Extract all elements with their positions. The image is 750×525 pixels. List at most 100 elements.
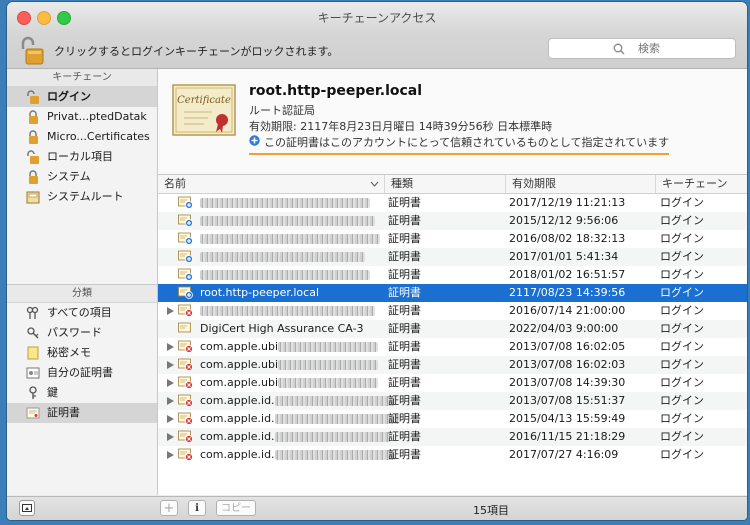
disclosure-triangle-icon[interactable]: [167, 307, 174, 315]
unlocked-lock-icon: [27, 150, 39, 164]
sidebar-item-login[interactable]: ログイン: [7, 87, 157, 107]
table-row[interactable]: DigiCert High Assurance CA-3 証明書 2022/04/0…: [158, 320, 747, 338]
trusted-certificate-icon: [178, 214, 193, 227]
row-kind: 証明書: [388, 430, 421, 443]
row-name: DigiCert High Assurance CA-3: [200, 320, 364, 338]
row-expires: 2017/12/19 11:21:13: [509, 196, 626, 209]
row-keychain: ログイン: [660, 376, 704, 389]
sidebar-item-private-data[interactable]: Privat...ptedDatak: [7, 107, 157, 127]
sidebar-item-all-items[interactable]: すべての項目: [7, 303, 157, 323]
column-header-expires[interactable]: 有効期限: [506, 175, 656, 193]
table-row[interactable]: com.apple.id. 証明書 2017/07/27 4:16:09 ログイン: [158, 446, 747, 464]
redacted-text: [200, 306, 375, 316]
table-row[interactable]: 証明書 2017/12/19 11:21:13 ログイン: [158, 194, 747, 212]
sidebar-item-secure-notes[interactable]: 秘密メモ: [7, 343, 157, 363]
row-expires: 2016/08/02 18:32:13: [509, 232, 626, 245]
row-keychain: ログイン: [660, 340, 704, 353]
table-row[interactable]: root.http-peeper.local 証明書 2117/08/23 14:3…: [158, 284, 747, 302]
row-name-text: com.apple.ubi: [200, 376, 279, 389]
row-name-text: com.apple.id.: [200, 448, 275, 461]
table-row[interactable]: com.apple.ubi 証明書 2013/07/08 16:02:05 ログイン: [158, 338, 747, 356]
copy-button[interactable]: コピー: [216, 500, 256, 516]
row-name: com.apple.id.: [200, 392, 395, 410]
table-row[interactable]: com.apple.id. 証明書 2015/04/13 15:59:49 ログイン: [158, 410, 747, 428]
row-keychain: ログイン: [660, 448, 704, 461]
disclosure-triangle-icon[interactable]: [167, 433, 174, 441]
table-row[interactable]: 証明書 2018/01/02 16:51:57 ログイン: [158, 266, 747, 284]
untrusted-certificate-icon: [178, 358, 193, 371]
column-header-name[interactable]: 名前: [158, 175, 385, 193]
table-row[interactable]: 証明書 2016/08/02 18:32:13 ログイン: [158, 230, 747, 248]
row-name: com.apple.id.: [200, 428, 390, 446]
row-kind: 証明書: [388, 322, 421, 335]
add-item-button[interactable]: +: [160, 500, 178, 516]
disclosure-triangle-icon[interactable]: [167, 415, 174, 423]
sidebar-item-label: Micro...Certificates: [47, 130, 150, 143]
sidebar-item-label: 証明書: [47, 406, 80, 419]
row-kind: 証明書: [388, 196, 421, 209]
sidebar-item-passwords[interactable]: パスワード: [7, 323, 157, 343]
row-name: [200, 212, 375, 230]
search-input[interactable]: [549, 39, 735, 58]
row-keychain: ログイン: [660, 250, 704, 263]
key-icon: [29, 386, 37, 399]
column-header-kind[interactable]: 種類: [385, 175, 506, 193]
row-name: com.apple.ubi: [200, 356, 379, 374]
disclosure-triangle-icon[interactable]: [167, 343, 174, 351]
row-kind: 証明書: [388, 394, 421, 407]
table-row[interactable]: com.apple.ubi 証明書 2013/07/08 16:02:03 ログイン: [158, 356, 747, 374]
redacted-text: [274, 450, 395, 460]
table-row[interactable]: 証明書 2016/07/14 21:00:00 ログイン: [158, 302, 747, 320]
sidebar-item-label: システム: [47, 170, 91, 183]
sidebar-item-microsoft-certificates[interactable]: Micro...Certificates: [7, 127, 157, 147]
row-name: com.apple.ubi: [200, 374, 379, 392]
sidebar-item-certificates[interactable]: 証明書: [7, 403, 157, 423]
row-expires: 2022/04/03 9:00:00: [509, 322, 619, 335]
row-name-text: com.apple.ubi: [200, 340, 279, 353]
category-list: 分類 すべての項目 パスワード 秘密メモ 自分の証明書 鍵 証明書: [7, 285, 157, 423]
sidebar-item-keys[interactable]: 鍵: [7, 383, 157, 403]
row-kind: 証明書: [388, 232, 421, 245]
trusted-certificate-icon: [178, 196, 193, 209]
row-kind: 証明書: [388, 214, 421, 227]
toggle-sidebar-button[interactable]: [19, 500, 35, 516]
row-expires: 2013/07/08 14:39:30: [509, 376, 626, 389]
categories-header: 分類: [7, 285, 157, 303]
disclosure-triangle-icon[interactable]: [167, 379, 174, 387]
disclosure-triangle-icon[interactable]: [167, 397, 174, 405]
search-field[interactable]: [548, 38, 736, 59]
disclosure-triangle-icon[interactable]: [167, 451, 174, 459]
sidebar-item-system-roots[interactable]: システムルート: [7, 187, 157, 207]
certificate-expiry: 有効期限: 2117年8月23日月曜日 14時39分56秒 日本標準時: [249, 120, 553, 133]
sidebar-item-label: パスワード: [47, 326, 102, 339]
disclosure-triangle-icon[interactable]: [167, 361, 174, 369]
table-row[interactable]: com.apple.id. 証明書 2013/07/08 15:51:37 ログイン: [158, 392, 747, 410]
sidebar-item-my-certificates[interactable]: 自分の証明書: [7, 363, 157, 383]
unlocked-lock-icon[interactable]: [19, 36, 45, 66]
sidebar-item-system[interactable]: システム: [7, 167, 157, 187]
certificate-icon: [178, 322, 191, 333]
redacted-text: [200, 216, 375, 226]
keychain-window: キーチェーンアクセス クリックするとログインキーチェーンがロックされます。 キー…: [7, 2, 747, 520]
items-table: 名前 種類 有効期限 キーチェーン 証明書 2017/12/19 11:21:13…: [158, 175, 747, 495]
certificate-kind: ルート認証局: [249, 104, 315, 117]
row-expires: 2013/07/08 16:02:03: [509, 358, 626, 371]
redacted-text: [200, 270, 370, 280]
column-header-keychain[interactable]: キーチェーン: [656, 175, 747, 193]
table-row[interactable]: com.apple.id. 証明書 2016/11/15 21:18:29 ログイン: [158, 428, 747, 446]
table-row[interactable]: 証明書 2015/12/12 9:56:06 ログイン: [158, 212, 747, 230]
redacted-text: [274, 432, 390, 442]
certificate-image-icon: Certificate: [172, 84, 236, 136]
table-row[interactable]: com.apple.ubi 証明書 2013/07/08 14:39:30 ログイン: [158, 374, 747, 392]
info-button[interactable]: i: [188, 500, 206, 516]
redacted-text: [278, 378, 379, 388]
untrusted-certificate-icon: [178, 430, 193, 443]
my-certificate-icon: [26, 367, 40, 379]
table-row[interactable]: 証明書 2017/01/01 5:41:34 ログイン: [158, 248, 747, 266]
row-keychain: ログイン: [660, 286, 704, 299]
row-name-text: com.apple.id.: [200, 412, 275, 425]
redacted-text: [200, 234, 380, 244]
certificate-badge-text: Certificate: [177, 95, 231, 106]
window-title: キーチェーンアクセス: [317, 11, 437, 25]
sidebar-item-local-items[interactable]: ローカル項目: [7, 147, 157, 167]
